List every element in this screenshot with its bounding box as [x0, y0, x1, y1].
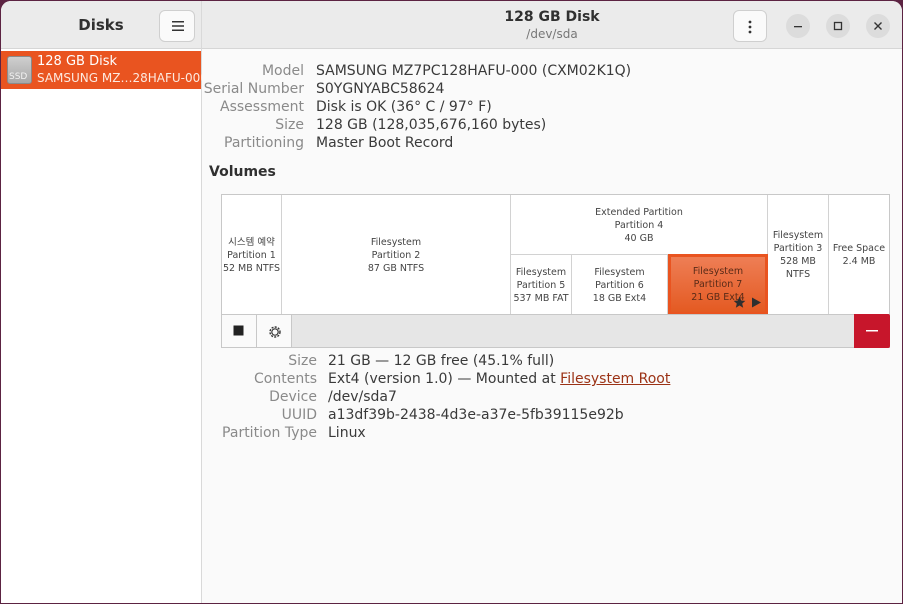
close-button[interactable]: [866, 14, 890, 38]
free-space-block[interactable]: Free Space 2.4 MB: [829, 195, 889, 315]
minimize-icon: [794, 26, 802, 28]
partition-6-name: Filesystem: [594, 266, 645, 278]
filesystem-root-link[interactable]: Filesystem Root: [560, 371, 670, 387]
minimize-button[interactable]: [786, 14, 810, 38]
maximize-button[interactable]: [826, 14, 850, 38]
partition-type-label: Partition Type: [222, 425, 317, 441]
header-bar: 128 GB Disk /dev/sda: [202, 1, 902, 49]
partition-5-size: 537 MB FAT: [513, 292, 569, 304]
model-row: Model SAMSUNG MZ7PC128HAFU-000 (CXM02K1Q…: [202, 63, 902, 83]
hamburger-icon: [172, 21, 184, 31]
partition-4-size: 40 GB: [624, 232, 654, 244]
partition-1-size: 52 MB NTFS: [222, 262, 281, 274]
partition-1-name: 시스템 예약: [228, 236, 275, 248]
partitioning-label: Partitioning: [224, 135, 304, 151]
star-icon: [733, 296, 746, 308]
ssd-drive-icon: SSD: [7, 56, 32, 84]
free-space-size: 2.4 MB: [842, 256, 876, 267]
size-row: Size 128 GB (128,035,676,160 bytes): [202, 117, 902, 137]
partition-1-block[interactable]: 시스템 예약 Partition 1 52 MB NTFS: [222, 195, 282, 315]
drive-options-button[interactable]: [733, 10, 767, 42]
partition-size-value: 21 GB — 12 GB free (45.1% full): [328, 353, 555, 369]
free-space-label: Free Space: [832, 243, 886, 254]
disks-window: Disks SSD 128 GB Disk SAMSUNG MZ…28HAFU-…: [1, 1, 902, 603]
partition-type-value: Linux: [328, 425, 366, 441]
assessment-value: Disk is OK (36° C / 97° F): [316, 99, 492, 115]
partition-type-row: Partition Type Linux: [202, 425, 902, 445]
partition-3-size: 528 MB NTFS: [780, 256, 816, 280]
contents-text: Ext4 (version 1.0) — Mounted at: [328, 371, 561, 387]
contents-label: Contents: [254, 371, 317, 387]
partition-size-label: Size: [288, 353, 317, 369]
partition-3-name: Filesystem: [772, 230, 824, 241]
device-value: /dev/sda7: [328, 389, 397, 405]
partition-2-number: Partition 2: [371, 249, 421, 261]
partition-4-name: Extended Partition: [595, 206, 683, 218]
disk-model: SAMSUNG MZ…28HAFU-000: [37, 71, 208, 85]
volumes-heading: Volumes: [209, 164, 276, 180]
partitioning-value: Master Boot Record: [316, 135, 454, 151]
partition-7-number: Partition 7: [693, 279, 743, 290]
delete-partition-button[interactable]: [854, 314, 890, 348]
contents-row: Contents Ext4 (version 1.0) — Mounted at…: [202, 371, 902, 391]
partition-7-name: Filesystem: [692, 266, 744, 277]
partition-4-number: Partition 4: [614, 219, 664, 231]
partition-6-block[interactable]: Filesystem Partition 6 18 GB Ext4: [572, 254, 668, 315]
stop-icon: [233, 325, 244, 336]
partition-5-block[interactable]: Filesystem Partition 5 537 MB FAT: [511, 254, 572, 315]
model-value: SAMSUNG MZ7PC128HAFU-000 (CXM02K1Q): [316, 63, 632, 79]
partition-6-number: Partition 6: [595, 279, 644, 291]
partition-2-name: Filesystem: [370, 236, 422, 248]
partition-5-number: Partition 5: [516, 279, 566, 291]
partition-4-extended-block[interactable]: Extended Partition Partition 4 40 GB: [511, 195, 768, 255]
partition-6-size: 18 GB Ext4: [592, 292, 647, 304]
device-label: Device: [269, 389, 317, 405]
partition-5-name: Filesystem: [515, 266, 567, 278]
disk-list-item[interactable]: SSD 128 GB Disk SAMSUNG MZ…28HAFU-000: [1, 51, 208, 89]
partition-1-number: Partition 1: [227, 249, 276, 261]
partition-3-number: Partition 3: [773, 243, 823, 254]
volume-toolbar: [221, 314, 890, 348]
disk-details: Model SAMSUNG MZ7PC128HAFU-000 (CXM02K1Q…: [202, 50, 902, 603]
unmount-button[interactable]: [222, 315, 257, 347]
partition-2-block[interactable]: Filesystem Partition 2 87 GB NTFS: [282, 195, 511, 315]
uuid-value: a13df39b-2438-4d3e-a37e-5fb39115e92b: [328, 407, 624, 423]
close-icon: [874, 22, 882, 30]
partition-size-row: Size 21 GB — 12 GB free (45.1% full): [202, 353, 902, 373]
uuid-row: UUID a13df39b-2438-4d3e-a37e-5fb39115e92…: [202, 407, 902, 427]
sidebar: Disks SSD 128 GB Disk SAMSUNG MZ…28HAFU-…: [1, 1, 208, 603]
assessment-label: Assessment: [220, 99, 304, 115]
serial-label: Serial Number: [203, 81, 304, 97]
assessment-row: Assessment Disk is OK (36° C / 97° F): [202, 99, 902, 119]
size-label: Size: [275, 117, 304, 133]
uuid-label: UUID: [281, 407, 317, 423]
serial-value: S0YGNYABC58624: [316, 81, 445, 97]
ssd-icon-label: SSD: [9, 72, 28, 82]
maximize-icon: [833, 21, 843, 31]
sidebar-header: Disks: [1, 1, 201, 49]
serial-row: Serial Number S0YGNYABC58624: [202, 81, 902, 101]
disk-name: 128 GB Disk: [37, 54, 117, 69]
device-row: Device /dev/sda7: [202, 389, 902, 409]
partition-3-block[interactable]: Filesystem Partition 3 528 MB NTFS: [768, 195, 829, 315]
contents-value: Ext4 (version 1.0) — Mounted at Filesyst…: [328, 371, 670, 387]
partition-2-size: 87 GB NTFS: [367, 262, 425, 274]
gear-icon: [269, 326, 281, 338]
partition-7-block-selected[interactable]: Filesystem Partition 7 21 GB Ext4: [668, 254, 768, 315]
partition-7-status-icons: [733, 296, 762, 309]
size-value: 128 GB (128,035,676,160 bytes): [316, 117, 547, 133]
model-label: Model: [261, 63, 304, 79]
minus-icon: [866, 330, 878, 332]
vertical-dots-icon: [748, 20, 752, 34]
play-icon: [752, 297, 761, 308]
partition-settings-button[interactable]: [257, 315, 292, 347]
partitioning-row: Partitioning Master Boot Record: [202, 135, 902, 155]
main-menu-button[interactable]: [159, 10, 195, 42]
